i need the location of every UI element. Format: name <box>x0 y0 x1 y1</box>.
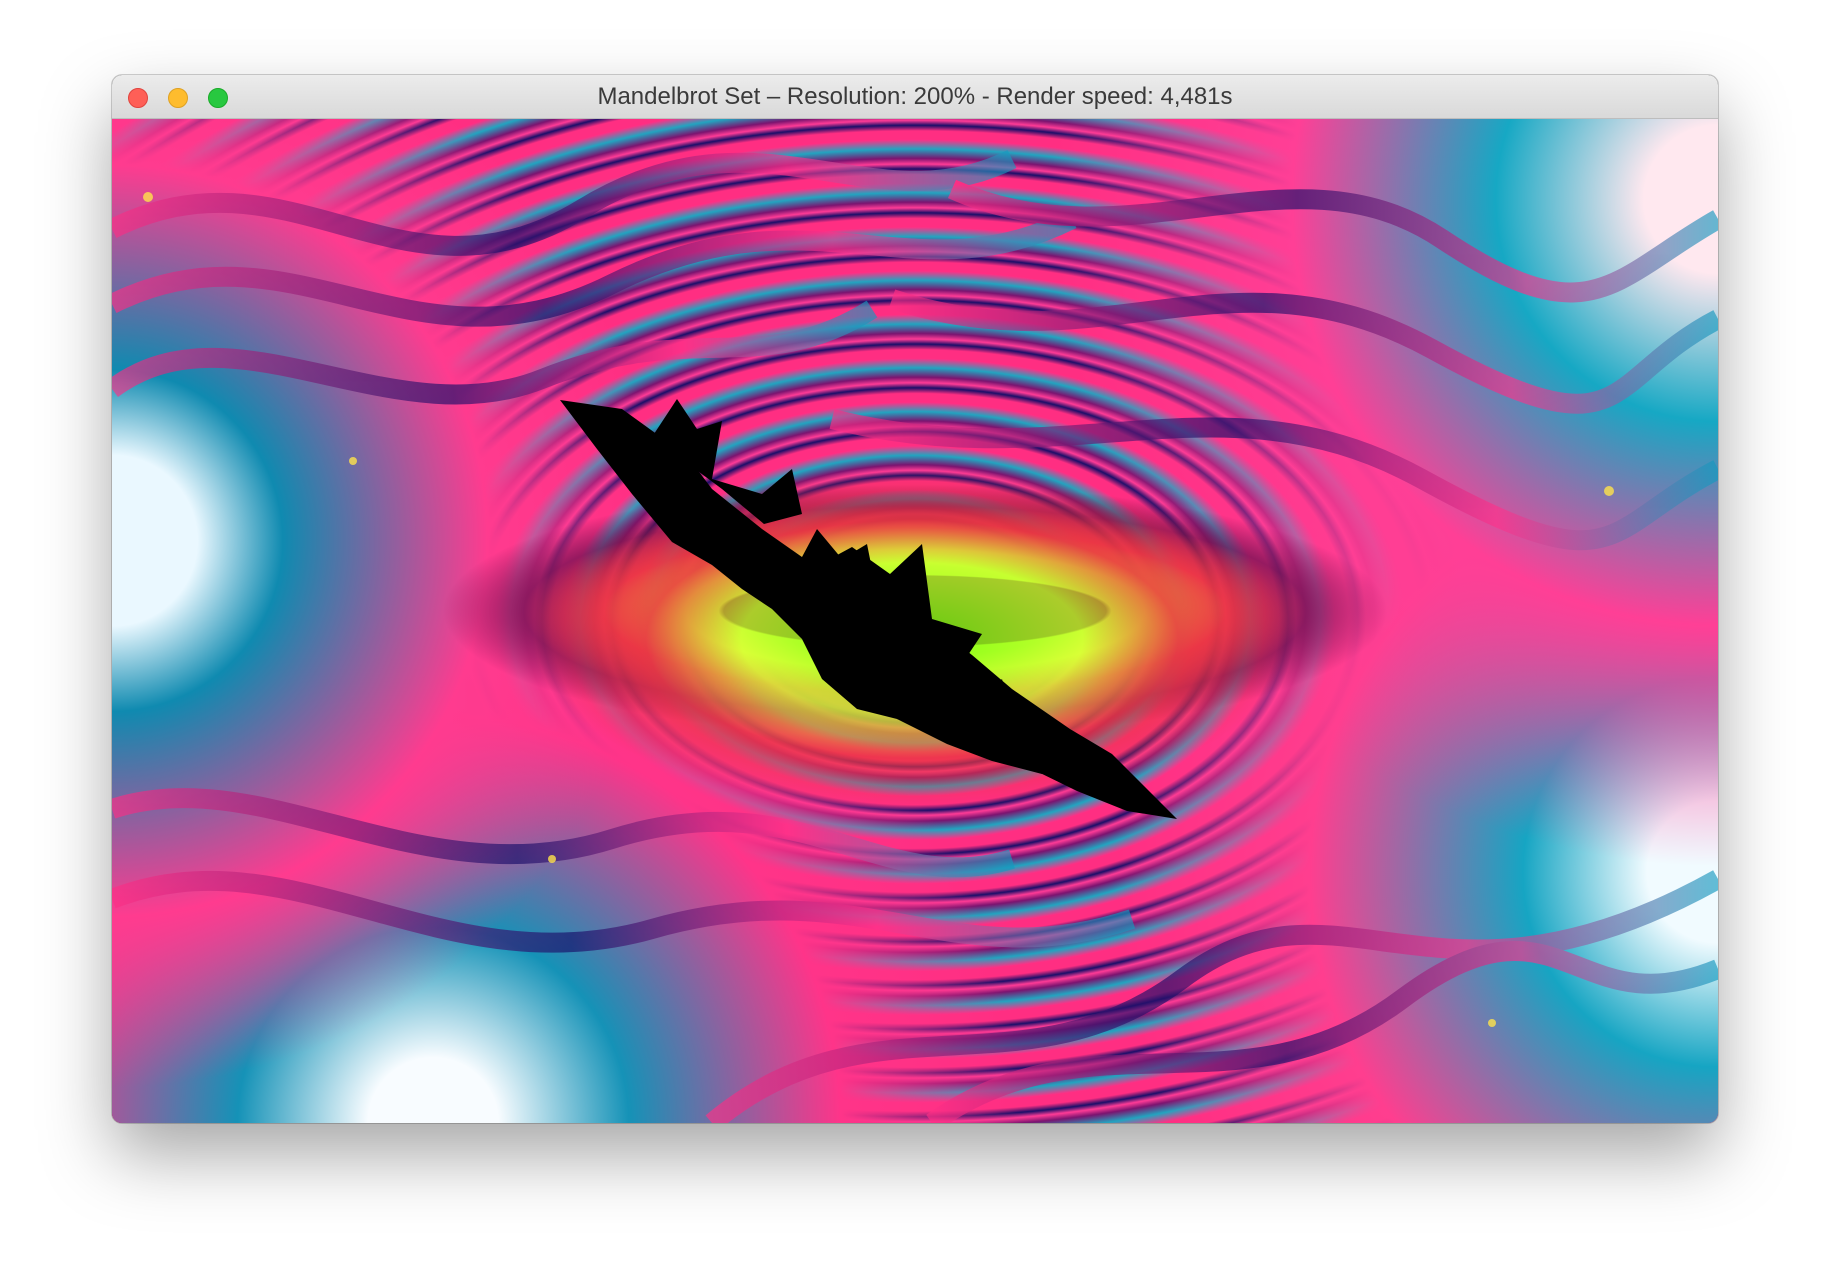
mandelbrot-window: Mandelbrot Set – Resolution: 200% - Rend… <box>112 75 1718 1123</box>
fractal-detail-overlay <box>112 150 1718 1123</box>
window-titlebar[interactable]: Mandelbrot Set – Resolution: 200% - Rend… <box>112 75 1718 119</box>
mandelbrot-render <box>112 119 1718 1123</box>
fractal-canvas[interactable] <box>112 119 1718 1123</box>
fractal-core <box>532 399 1292 819</box>
window-title: Mandelbrot Set – Resolution: 200% - Rend… <box>597 83 1233 110</box>
